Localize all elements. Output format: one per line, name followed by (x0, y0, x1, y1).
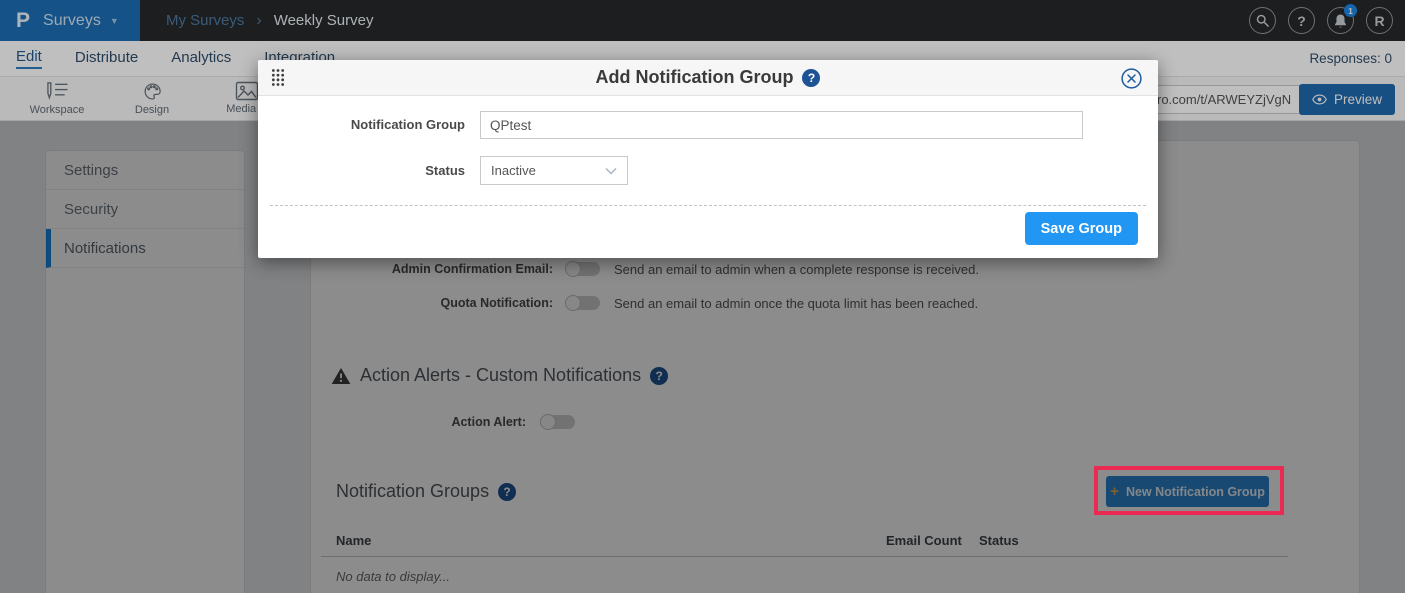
search-button[interactable] (1249, 7, 1276, 34)
design-palette-icon (141, 81, 164, 102)
breadcrumb-my-surveys[interactable]: My Surveys (166, 12, 244, 29)
admin-confirmation-label: Admin Confirmation Email: (311, 262, 553, 276)
quota-notification-desc: Send an email to admin once the quota li… (614, 296, 978, 311)
action-alerts-title: Action Alerts - Custom Notifications (360, 365, 641, 386)
status-label: Status (258, 163, 465, 178)
toggle-knob (540, 414, 556, 430)
breadcrumb-current-survey: Weekly Survey (274, 12, 374, 29)
status-select[interactable]: Inactive (480, 156, 628, 185)
avatar-initial: R (1374, 13, 1384, 29)
product-label: Surveys (43, 12, 101, 30)
sidebar-item-label: Notifications (64, 240, 146, 257)
toggle-knob (565, 295, 581, 311)
table-header-status: Status (979, 533, 1019, 548)
tab-analytics[interactable]: Analytics (171, 49, 231, 68)
top-navbar: P Surveys ▼ My Surveys › Weekly Survey ?… (0, 0, 1405, 41)
chevron-down-icon: ▼ (110, 16, 119, 26)
modal-title: Add Notification Group (596, 67, 794, 88)
notifications-button[interactable]: 1 (1327, 7, 1354, 34)
table-empty-message: No data to display... (336, 569, 450, 584)
product-switcher[interactable]: P Surveys ▼ (0, 0, 140, 41)
annotation-highlight-box (1094, 466, 1284, 515)
toolbar-item-label: Design (135, 104, 169, 116)
tab-distribute[interactable]: Distribute (75, 49, 138, 68)
save-group-label: Save Group (1041, 221, 1122, 237)
status-select-value: Inactive (491, 163, 536, 178)
modal-header: Add Notification Group ? (258, 60, 1158, 96)
action-alert-row: Action Alert: (311, 410, 575, 434)
media-library-icon (235, 81, 259, 101)
group-name-label: Notification Group (258, 117, 465, 132)
toolbar-item-workspace[interactable]: Workspace (15, 81, 99, 116)
tab-edit[interactable]: Edit (16, 48, 42, 69)
action-alerts-heading: Action Alerts - Custom Notifications ? (331, 365, 668, 386)
toolbar-item-label: Workspace (30, 104, 85, 116)
breadcrumb-separator-icon: › (256, 12, 261, 30)
sidebar-item-label: Security (64, 201, 118, 218)
help-icon: ? (1297, 13, 1306, 29)
add-notification-group-modal: Add Notification Group ? Notification Gr… (258, 60, 1158, 258)
sidebar-item-notifications[interactable]: Notifications (46, 229, 244, 268)
close-icon[interactable] (1120, 67, 1143, 90)
warning-icon (331, 367, 351, 385)
preview-button[interactable]: Preview (1299, 84, 1395, 115)
quota-notification-row: Quota Notification: Send an email to adm… (311, 291, 978, 315)
help-circle-icon[interactable]: ? (650, 367, 668, 385)
admin-confirmation-row: Admin Confirmation Email: Send an email … (311, 257, 979, 281)
page: P Surveys ▼ My Surveys › Weekly Survey ?… (0, 0, 1405, 593)
modal-footer-divider (270, 205, 1146, 206)
avatar[interactable]: R (1366, 7, 1393, 34)
topbar-actions: ? 1 R (1249, 7, 1405, 34)
help-button[interactable]: ? (1288, 7, 1315, 34)
quota-notification-toggle[interactable] (565, 296, 600, 310)
table-divider (321, 556, 1288, 557)
notification-groups-title: Notification Groups (336, 481, 489, 502)
quota-notification-label: Quota Notification: (311, 296, 553, 310)
table-header-email-count: Email Count (886, 533, 962, 548)
sidebar-item-label: Settings (64, 162, 118, 179)
help-circle-icon[interactable]: ? (498, 483, 516, 501)
action-alert-label: Action Alert: (311, 415, 526, 429)
sidebar-item-settings[interactable]: Settings (46, 151, 244, 190)
table-header-name: Name (336, 533, 371, 548)
workspace-icon (44, 81, 70, 102)
admin-confirmation-toggle[interactable] (565, 262, 600, 276)
notification-groups-heading: Notification Groups ? (336, 481, 516, 502)
sidebar-item-security[interactable]: Security (46, 190, 244, 229)
admin-confirmation-desc: Send an email to admin when a complete r… (614, 262, 979, 277)
action-alert-toggle[interactable] (540, 415, 575, 429)
survey-url-input[interactable] (1148, 85, 1305, 114)
questionpro-logo[interactable]: P (16, 9, 30, 33)
modal-title-row: Add Notification Group ? (258, 67, 1158, 88)
help-circle-icon[interactable]: ? (802, 69, 820, 87)
notification-badge: 1 (1344, 4, 1357, 17)
breadcrumb: My Surveys › Weekly Survey (166, 12, 373, 30)
save-group-button[interactable]: Save Group (1025, 212, 1138, 245)
toggle-knob (565, 261, 581, 277)
settings-sidebar: Settings Security Notifications (45, 150, 245, 593)
preview-button-label: Preview (1334, 92, 1382, 107)
responses-count: Responses: 0 (1309, 51, 1392, 66)
chevron-down-icon (605, 167, 617, 175)
toolbar-item-design[interactable]: Design (110, 81, 194, 116)
eye-icon (1312, 94, 1327, 105)
search-icon (1255, 13, 1270, 28)
group-name-input[interactable] (480, 111, 1083, 139)
